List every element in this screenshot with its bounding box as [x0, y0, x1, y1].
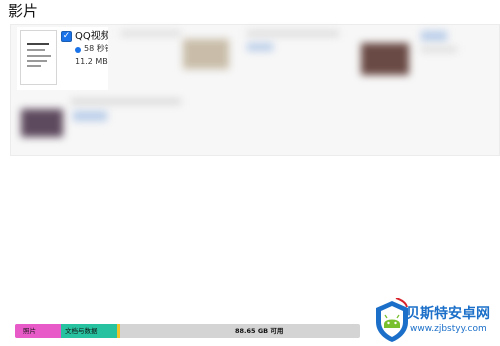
blurred-caption [421, 47, 457, 52]
page-title: 影片 [8, 2, 39, 20]
selected-video-item[interactable]: ✓ QQ视频 58 秒钟 11.2 MB [17, 27, 108, 90]
video-name: QQ视频 [75, 31, 108, 42]
watermark-text: 贝斯特安卓网 [406, 306, 490, 322]
blurred-caption [247, 31, 339, 36]
video-thumbnail [20, 30, 57, 85]
duration-icon [75, 47, 81, 53]
blurred-caption [247, 43, 273, 51]
blurred-thumbnail[interactable] [183, 39, 229, 69]
blurred-thumbnail[interactable] [361, 43, 409, 75]
file-size: 11.2 MB [75, 57, 108, 66]
select-checkbox[interactable]: ✓ [61, 31, 72, 42]
blurred-caption [421, 31, 447, 41]
blurred-caption [73, 111, 107, 121]
storage-segment-other [117, 324, 120, 338]
video-duration: 58 秒钟 [84, 44, 108, 53]
storage-label-documents: 文档与数据 [65, 327, 98, 335]
blurred-caption [121, 31, 181, 36]
storage-segment-photos [15, 324, 61, 338]
storage-free-label: 88.65 GB 可用 [235, 327, 284, 335]
watermark: 贝斯特安卓网 www.zjbstyy.com [372, 296, 500, 346]
storage-usage-bar: 照片 文档与数据 88.65 GB 可用 [15, 324, 360, 338]
watermark-url: www.zjbstyy.com [410, 324, 487, 334]
blurred-thumbnail[interactable] [21, 109, 63, 137]
storage-label-photos: 照片 [23, 327, 36, 335]
blurred-caption [71, 99, 181, 104]
